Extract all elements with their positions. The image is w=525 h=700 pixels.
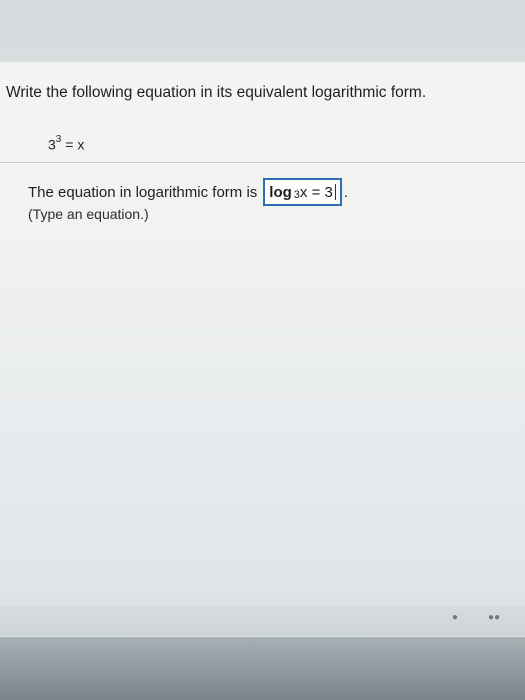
more-icon[interactable]: ●● <box>488 612 500 623</box>
answer-line: The equation in logarithmic form is log … <box>28 178 348 206</box>
text-caret <box>334 184 336 200</box>
laptop-bezel <box>0 637 525 700</box>
answer-log-rest: x = 3 <box>299 183 333 201</box>
given-equation: 33 = x <box>48 134 85 153</box>
answer-log-word: log <box>269 183 292 201</box>
question-prompt: Write the following equation in its equi… <box>6 84 427 101</box>
answer-hint: (Type an equation.) <box>28 206 149 222</box>
answer-log-base: 3 <box>293 189 300 201</box>
answer-input[interactable]: log 3 x = 3 <box>263 178 342 206</box>
answer-lead-text: The equation in logarithmic form is <box>28 183 258 201</box>
answer-period: . <box>343 183 349 201</box>
equation-exponent: 3 <box>55 134 62 145</box>
equation-base: 3 <box>48 136 56 153</box>
top-bezel <box>0 0 525 62</box>
equation-rhs: = x <box>65 136 85 153</box>
help-icon[interactable]: ● <box>452 612 458 623</box>
section-divider <box>0 162 525 163</box>
bottom-toolbar <box>0 606 525 636</box>
